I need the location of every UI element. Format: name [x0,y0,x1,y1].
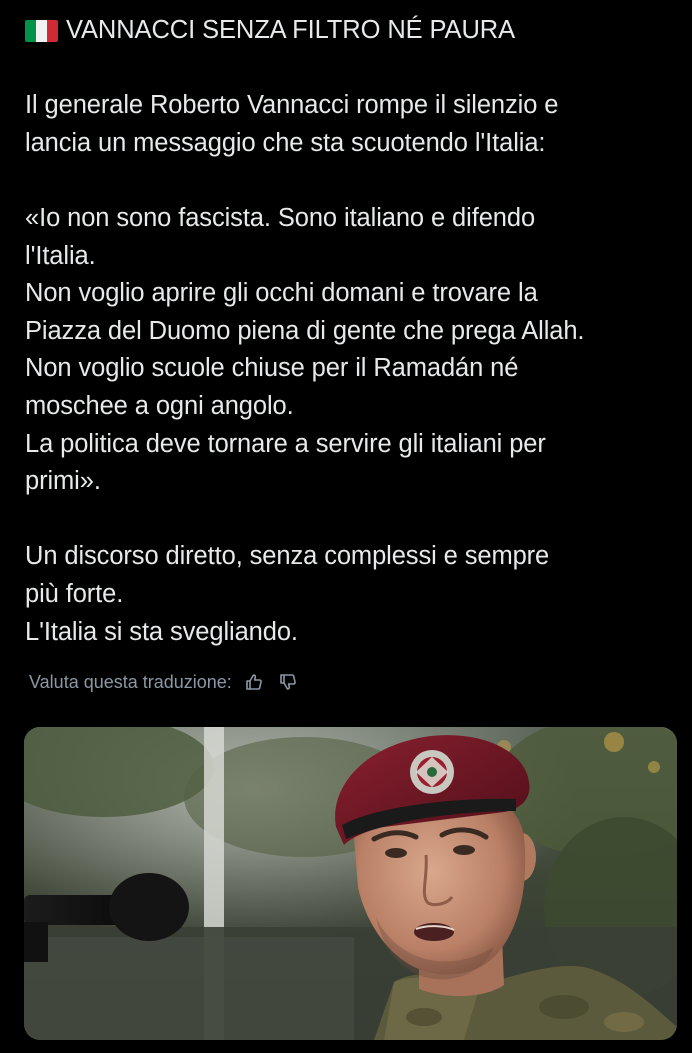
thumbs-up-icon[interactable] [242,670,266,694]
closing-line: Un discorso diretto, senza complessi e s… [25,542,550,571]
quote-line: primi». [25,467,101,496]
quote-line: l'Italia. [25,241,96,270]
quote-line: moschee a ogni angolo. [25,391,294,420]
intro-line: lancia un messaggio che sta scuotendo l'… [25,128,546,157]
translation-rating-label: Valuta questa traduzione: [29,671,232,692]
quote-line: Non voglio aprire gli occhi domani e tro… [25,279,538,308]
post-headline: VANNACCI SENZA FILTRO NÉ PAURA [25,12,685,50]
intro-line: Il generale Roberto Vannacci rompe il si… [25,91,559,120]
quote-line: Non voglio scuole chiuse per il Ramadán … [25,354,519,383]
post-text: VANNACCI SENZA FILTRO NÉ PAURA Il genera… [25,12,685,651]
thumbs-down-icon[interactable] [276,670,300,694]
closing-line: L'Italia si sta svegliando. [25,617,298,646]
closing-line: più forte. [25,579,124,608]
translation-rating-bar: Valuta questa traduzione: [29,668,300,696]
quote-line: «Io non sono fascista. Sono italiano e d… [25,203,536,232]
italy-flag-icon [25,19,58,42]
post-image[interactable] [24,727,677,1040]
headline-text: VANNACCI SENZA FILTRO NÉ PAURA [66,16,515,44]
quote-line: La politica deve tornare a servire gli i… [25,429,546,458]
quote-line: Piazza del Duomo piena di gente che preg… [25,316,585,345]
post-photo [24,727,677,1040]
